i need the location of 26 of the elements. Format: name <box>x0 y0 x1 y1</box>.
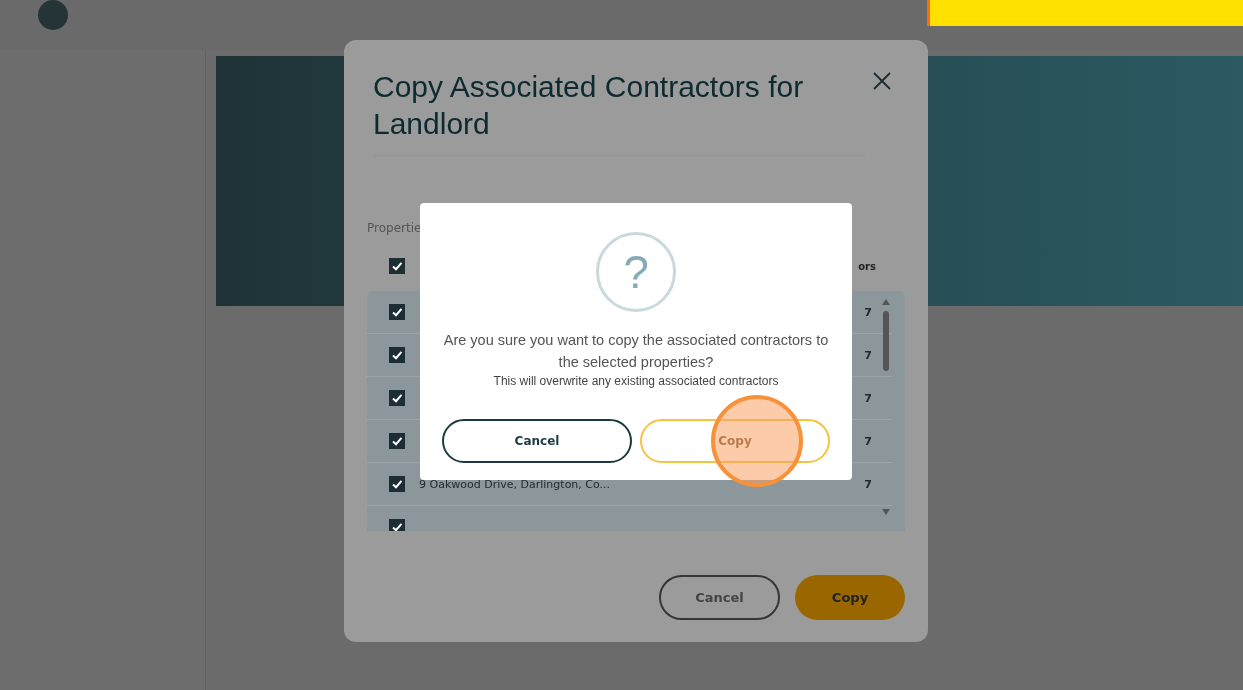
close-button[interactable] <box>871 70 893 92</box>
cancel-button[interactable]: Cancel <box>659 575 780 620</box>
table-label: Propertie <box>367 221 419 237</box>
checkbox[interactable] <box>389 258 405 274</box>
question-icon: ? <box>596 232 676 312</box>
column-header: ors <box>858 260 876 272</box>
checkbox[interactable] <box>389 347 405 363</box>
checkbox[interactable] <box>389 476 405 492</box>
checkbox[interactable] <box>389 390 405 406</box>
count-cell: 7 <box>864 391 872 405</box>
copy-button[interactable]: Copy <box>795 575 905 620</box>
count-cell: 7 <box>864 477 872 491</box>
address-cell-text: 9 Oakwood Drive, Darlington, Co... <box>419 477 612 491</box>
checkbox[interactable] <box>389 519 405 531</box>
scrollbar[interactable] <box>881 297 891 517</box>
checkbox[interactable] <box>389 304 405 320</box>
confirm-note: This will overwrite any existing associated contractors <box>493 374 779 388</box>
checkbox[interactable] <box>389 433 405 449</box>
modal-title: Copy Associated Contractors for Landlord <box>373 69 805 142</box>
confirm-question: Are you sure you want to copy the associated contractors to the selected properties? <box>442 331 830 372</box>
count-cell: 7 <box>864 305 872 319</box>
count-cell: 7 <box>864 348 872 362</box>
copy-button[interactable]: Copy <box>640 419 830 463</box>
count-cell: 7 <box>864 434 872 448</box>
cancel-button[interactable]: Cancel <box>442 419 632 463</box>
blurred-logo <box>38 0 68 30</box>
